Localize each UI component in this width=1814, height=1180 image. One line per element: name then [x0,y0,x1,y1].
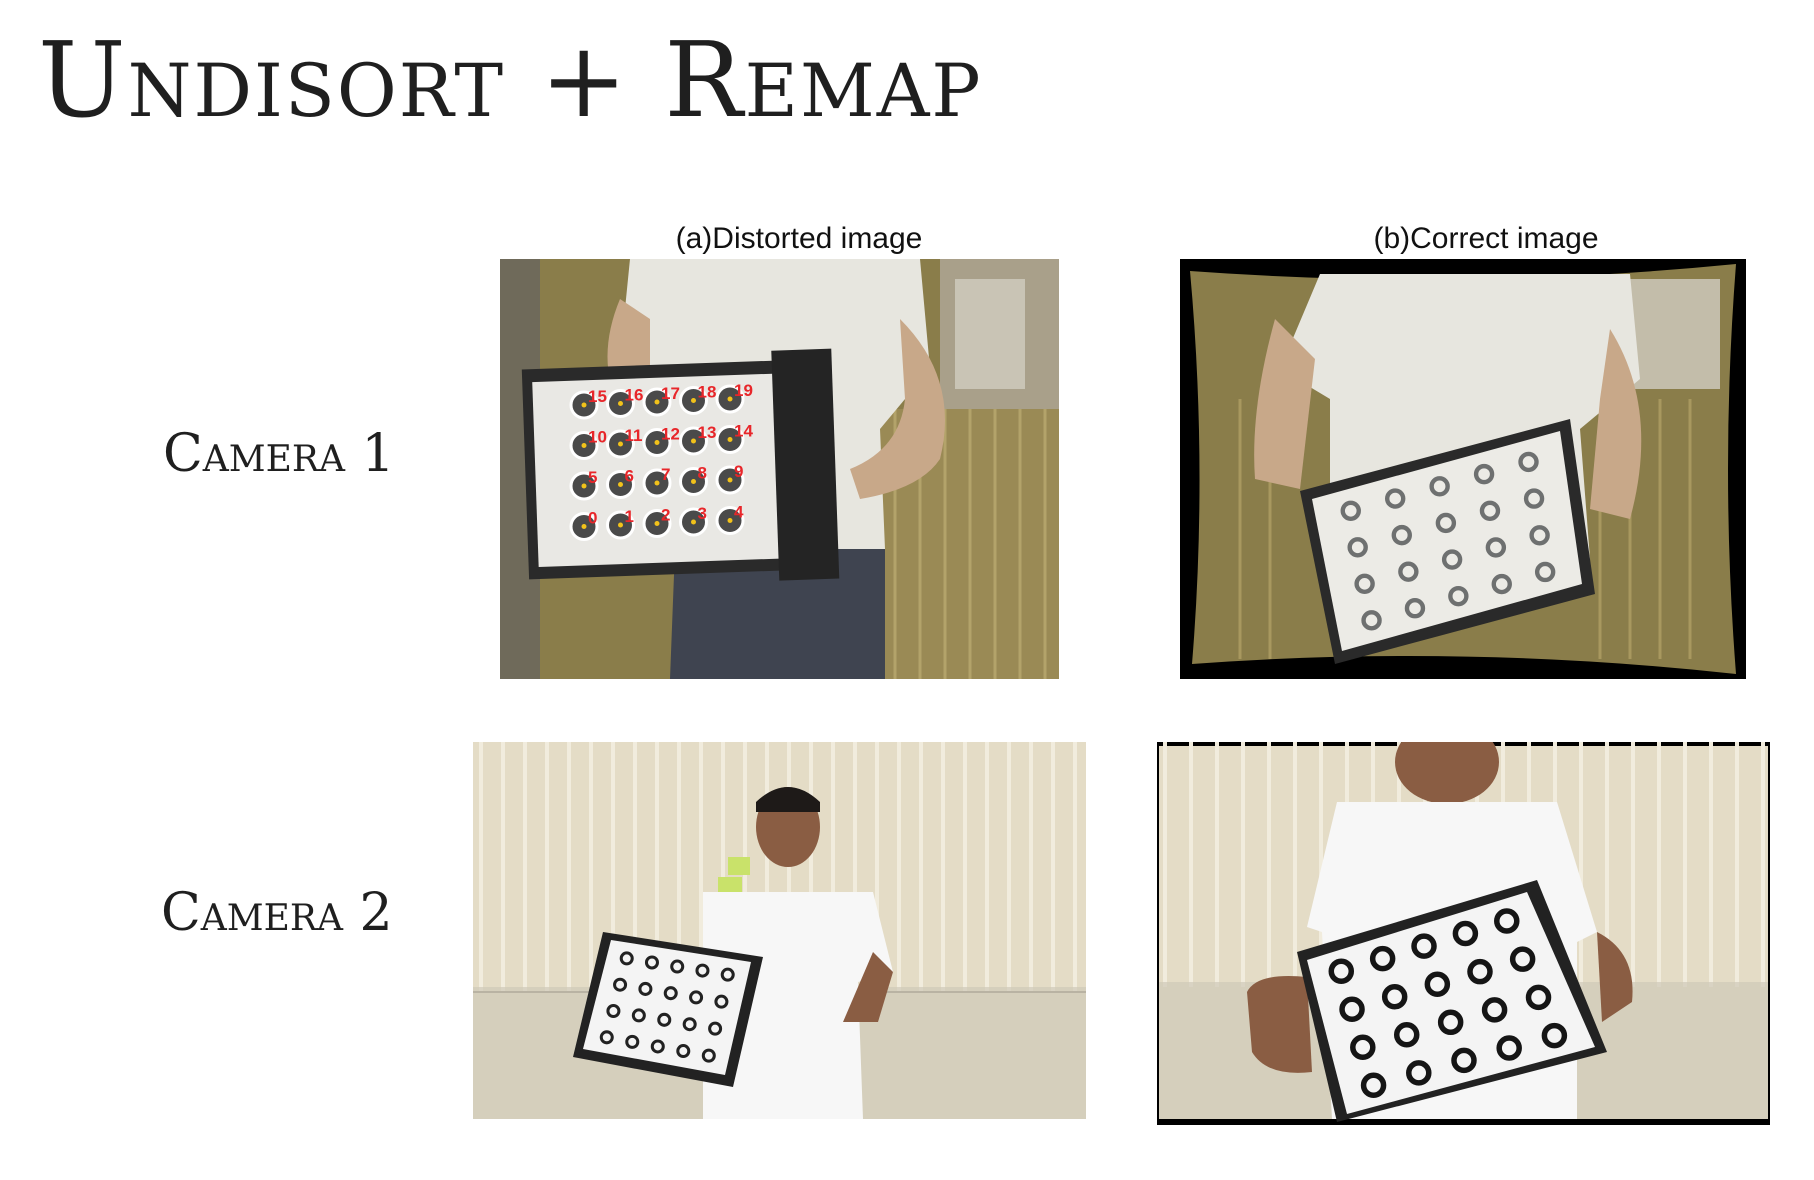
detection-center [654,521,660,526]
camera-1-distorted-image: 15 16 17 18 19 10 11 12 13 14 5 6 7 8 9 0 1 2 3 4 [500,259,1059,679]
detection-center [727,518,733,523]
detection-index-label: 7 [661,465,670,484]
detection-center [581,483,587,489]
detection-index-label: 9 [734,462,743,481]
detection-index-label: 5 [588,468,597,487]
camera-2-distorted-image [473,742,1086,1119]
detection-center [691,438,696,444]
detection-center [618,522,623,528]
camera-1-corrected-image [1180,259,1746,679]
slide-title: Undisort + Remap [38,19,983,141]
row-label-camera-1: Camera 1 [163,424,395,484]
row-label-camera-2: Camera 2 [161,883,393,943]
detection-index-label: 4 [734,503,744,522]
column-label-distorted: (a)Distorted image [675,222,923,255]
column-label-corrected: (b)Correct image [1373,222,1599,255]
detection-index-label: 13 [698,423,717,442]
detection-center [618,401,623,406]
detection-center [691,398,696,403]
detection-index-label: 2 [661,506,670,525]
detection-index-label: 10 [588,428,607,447]
detection-index-label: 12 [661,425,680,444]
detection-center [654,440,660,445]
detection-center [727,477,733,483]
detection-center [581,524,587,529]
detection-index-label: 8 [698,464,707,483]
detection-center [581,443,587,448]
detection-center [727,437,733,442]
detection-center [727,396,733,402]
detection-index-label: 6 [625,467,634,486]
calibration-board [521,348,840,581]
detection-index-label: 14 [734,422,753,441]
camera-2-corrected-image [1157,742,1770,1125]
detection-center [654,399,660,405]
detection-index-label: 15 [588,387,607,406]
detection-center [581,402,587,408]
detection-index-label: 1 [625,507,634,526]
detection-index-label: 19 [734,381,753,400]
detection-center [691,479,696,484]
detection-index-label: 11 [625,426,643,445]
detection-index-label: 18 [698,383,717,402]
detection-index-label: 3 [698,504,707,523]
detection-index-label: 17 [661,384,680,403]
detection-center [618,441,623,447]
detection-center [691,519,696,525]
detection-center [618,482,623,487]
detection-index-label: 16 [625,386,644,405]
detection-index-label: 0 [588,509,597,528]
detection-center [654,480,660,486]
